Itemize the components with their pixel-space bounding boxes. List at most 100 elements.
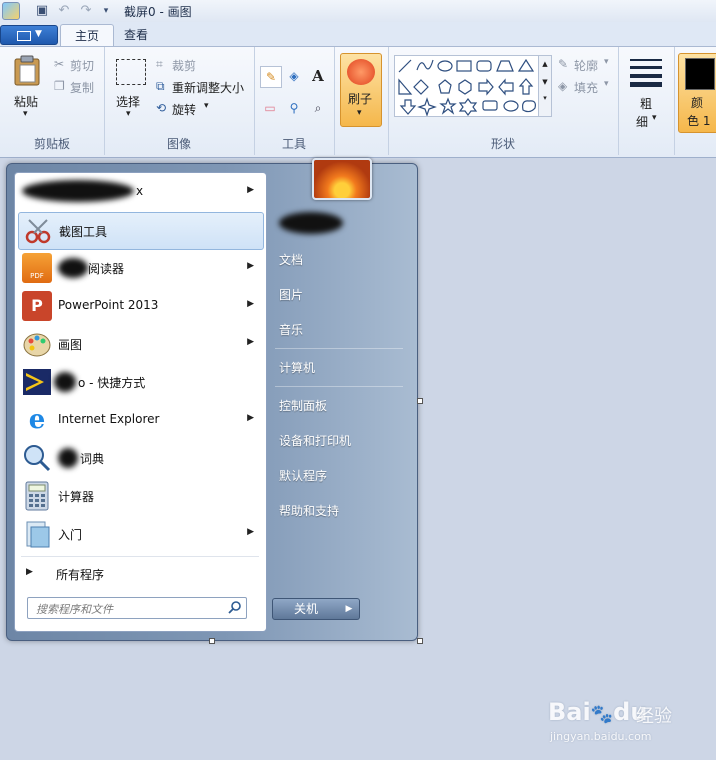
resize-handle[interactable]: [417, 638, 423, 644]
right-item-devices-printers[interactable]: 设备和打印机: [279, 432, 351, 449]
programs-pane: x ▶ 截图工具 PDF 阅读器 ▶ P PowerPoint 2013 ▶ 画…: [14, 172, 267, 632]
shutdown-options-arrow-icon[interactable]: ▶: [339, 598, 360, 620]
chevron-down-icon[interactable]: ▾: [604, 57, 609, 67]
right-item-computer[interactable]: 计算机: [279, 359, 315, 376]
all-programs-label: 所有程序: [56, 568, 105, 582]
user-picture[interactable]: [312, 158, 372, 200]
tab-home[interactable]: 主页: [60, 24, 115, 47]
brush-label: 刷子: [348, 92, 373, 106]
eraser-icon[interactable]: ▭: [260, 98, 280, 118]
program-item-powerpoint[interactable]: P PowerPoint 2013 ▶: [18, 288, 262, 324]
right-item-default-programs[interactable]: 默认程序: [279, 467, 327, 484]
paste-button[interactable]: 粘贴: [14, 93, 38, 110]
shapes-gallery[interactable]: [394, 55, 540, 117]
text-tool-icon[interactable]: A: [308, 66, 328, 86]
copy-button[interactable]: 复制: [70, 79, 94, 96]
all-programs-button[interactable]: ▶ 所有程序: [18, 561, 262, 587]
program-label: x: [136, 184, 144, 198]
redaction: [279, 212, 343, 234]
paint-app-icon[interactable]: [2, 2, 20, 20]
rotate-icon: ⟲: [156, 101, 167, 115]
program-item-dictionary[interactable]: 词典: [18, 440, 262, 476]
clipboard-group-label: 剪贴板: [33, 137, 70, 151]
title-bar: ▣ ↶ ↷ ▾ 截屏0 - 画图: [0, 0, 716, 23]
program-item-internet-explorer[interactable]: e Internet Explorer ▶: [18, 402, 262, 438]
redaction: [58, 258, 88, 278]
paste-icon[interactable]: [13, 55, 41, 87]
size-label-line2: 细: [636, 115, 649, 129]
chevron-down-icon[interactable]: ▾: [204, 101, 209, 111]
right-item-pictures[interactable]: 图片: [279, 286, 303, 303]
more-shapes-icon[interactable]: ▾: [539, 94, 551, 102]
divider: [275, 386, 403, 387]
size-group: 粗 细 ▾: [618, 47, 675, 155]
program-item-calculator[interactable]: 计算器: [18, 478, 262, 514]
shapes-group-label: 形状: [490, 137, 515, 151]
watermark-brand-part1: Bai: [548, 698, 591, 726]
fill-bucket-icon[interactable]: ◈: [284, 66, 304, 86]
undo-icon[interactable]: ↶: [56, 3, 72, 19]
scissors-icon: [25, 219, 51, 244]
search-icon[interactable]: [228, 600, 242, 614]
right-item-music[interactable]: 音乐: [279, 321, 303, 338]
size-button[interactable]: 粗 细 ▾: [628, 55, 664, 145]
image-group: 选择 ▾ ⌗ 裁剪 ⧉ 重新调整大小 ⟲ 旋转 ▾ 图像: [104, 47, 255, 155]
redaction: [54, 372, 76, 392]
program-label: PowerPoint 2013: [58, 298, 159, 312]
color1-label-line1: 颜: [691, 96, 704, 110]
shapes-scrollbar[interactable]: ▲ ▼ ▾: [538, 55, 552, 117]
program-item-getting-started[interactable]: 入门 ▶: [18, 516, 262, 552]
chevron-down-icon[interactable]: ▾: [126, 109, 131, 119]
program-label: Internet Explorer: [58, 412, 160, 426]
resize-button[interactable]: 重新调整大小: [172, 79, 244, 96]
chevron-down-icon[interactable]: ▾: [23, 109, 28, 119]
program-label: 入门: [58, 528, 83, 542]
color1-button[interactable]: 颜 色 1: [678, 53, 716, 133]
submenu-arrow-icon: ▶: [247, 413, 254, 423]
chevron-down-icon: ▾: [357, 108, 362, 118]
paint-menu-button[interactable]: ▼: [0, 25, 58, 45]
shapes-group: ▲ ▼ ▾ ✎ 轮廓 ▾ ◈ 填充 ▾ 形状: [388, 47, 619, 155]
pencil-icon[interactable]: ✎: [260, 66, 282, 88]
magnifier-icon[interactable]: ⌕: [308, 98, 328, 118]
shutdown-button[interactable]: 关机: [272, 598, 340, 620]
scroll-down-icon[interactable]: ▼: [539, 78, 551, 86]
size-label-line1: 粗: [640, 97, 653, 111]
calculator-icon: [25, 481, 49, 511]
program-item[interactable]: x ▶: [18, 174, 262, 210]
redo-icon[interactable]: ↷: [78, 3, 94, 19]
select-button[interactable]: 选择: [116, 93, 140, 110]
resize-handle[interactable]: [417, 398, 423, 404]
cut-button[interactable]: 剪切: [70, 57, 94, 74]
resize-handle[interactable]: [209, 638, 215, 644]
program-item-snipping-tool[interactable]: 截图工具: [18, 212, 264, 250]
select-icon[interactable]: [116, 59, 146, 85]
powerpoint-icon: P: [22, 291, 52, 321]
chevron-down-icon[interactable]: ▾: [604, 79, 609, 89]
program-item-pdf-reader[interactable]: PDF 阅读器 ▶: [18, 250, 262, 286]
crop-button[interactable]: 裁剪: [172, 57, 196, 74]
dictionary-icon: [24, 445, 51, 472]
tab-view[interactable]: 查看: [110, 24, 162, 46]
submenu-arrow-icon: ▶: [247, 527, 254, 537]
right-item-control-panel[interactable]: 控制面板: [279, 397, 327, 414]
right-item-help-support[interactable]: 帮助和支持: [279, 502, 339, 519]
right-item-documents[interactable]: 文档: [279, 251, 303, 268]
brushes-group: 刷子 ▾: [334, 47, 389, 155]
submenu-arrow-icon: ▶: [247, 337, 254, 347]
customize-toolbar-icon[interactable]: ▾: [98, 3, 114, 19]
rotate-button[interactable]: 旋转: [172, 101, 196, 118]
search-input[interactable]: 搜索程序和文件: [27, 597, 247, 619]
program-item-shortcut[interactable]: o - 快捷方式: [18, 364, 262, 400]
image-group-label: 图像: [166, 137, 191, 151]
fill-button[interactable]: 填充: [574, 79, 598, 96]
scroll-up-icon[interactable]: ▲: [539, 60, 551, 68]
outline-button[interactable]: 轮廓: [574, 57, 598, 74]
save-icon[interactable]: ▣: [34, 3, 50, 19]
color1-swatch: [685, 58, 715, 90]
clipboard-group: 粘贴 ▾ ✂ 剪切 ❐ 复制 剪贴板: [0, 47, 105, 155]
program-item-paint[interactable]: 画图 ▶: [18, 326, 262, 362]
color-picker-icon[interactable]: ⚲: [284, 98, 304, 118]
tools-group-label: 工具: [281, 137, 306, 151]
brush-button[interactable]: 刷子 ▾: [340, 53, 382, 127]
